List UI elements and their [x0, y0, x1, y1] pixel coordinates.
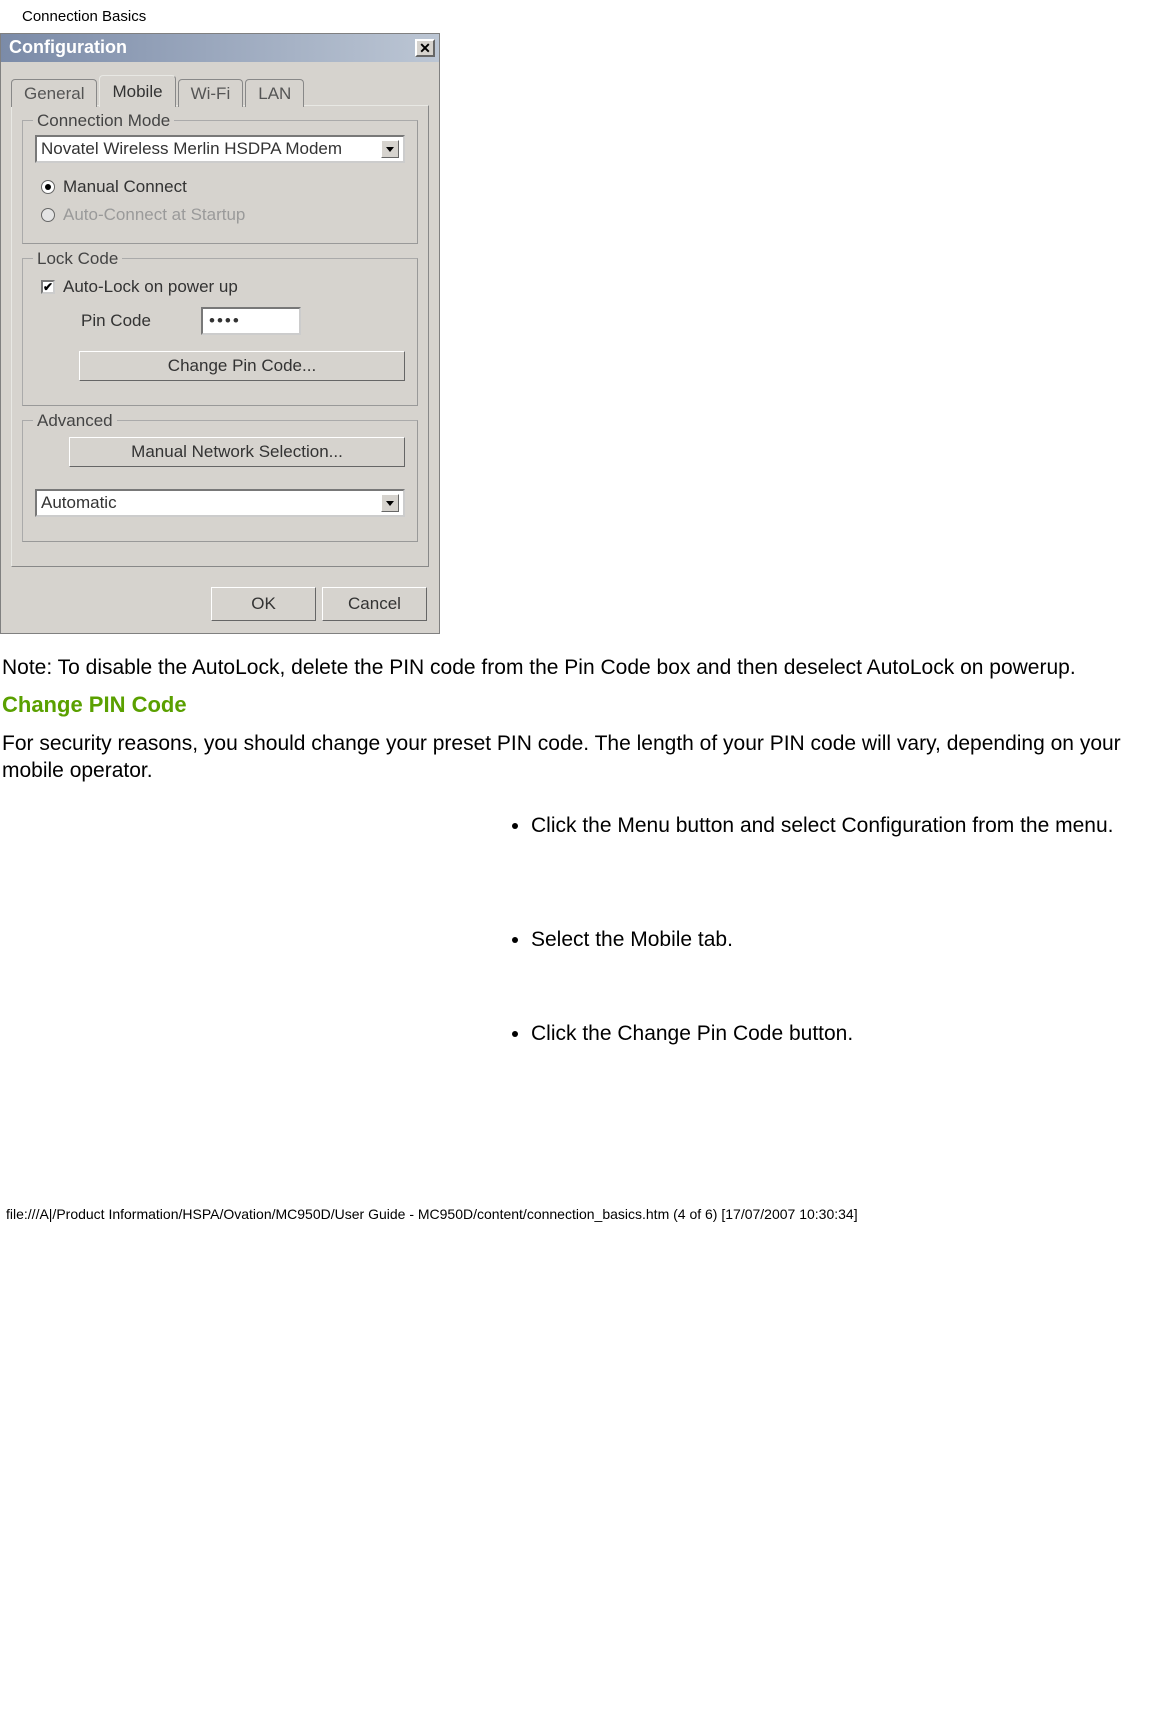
note-text: Note: To disable the AutoLock, delete th…: [2, 654, 1157, 681]
radio-icon: [41, 180, 55, 194]
heading-change-pin: Change PIN Code: [2, 691, 1157, 720]
advanced-mode-value: Automatic: [41, 493, 117, 513]
close-icon[interactable]: ✕: [415, 39, 435, 57]
radio-manual-connect[interactable]: Manual Connect: [35, 173, 405, 201]
change-pin-button[interactable]: Change Pin Code...: [79, 351, 405, 381]
intro-text: For security reasons, you should change …: [2, 730, 1157, 785]
cancel-button[interactable]: Cancel: [322, 587, 427, 621]
checkbox-icon: [41, 280, 55, 294]
page-header: Connection Basics: [0, 0, 1159, 33]
body-content: Note: To disable the AutoLock, delete th…: [0, 654, 1159, 784]
checkbox-autolock[interactable]: Auto-Lock on power up: [35, 273, 405, 301]
autolock-label: Auto-Lock on power up: [63, 277, 238, 297]
pin-code-label: Pin Code: [81, 311, 201, 331]
legend-advanced: Advanced: [33, 411, 117, 431]
manual-network-button[interactable]: Manual Network Selection...: [69, 437, 405, 467]
tab-lan[interactable]: LAN: [245, 79, 304, 107]
tab-wifi[interactable]: Wi-Fi: [178, 79, 244, 107]
tab-general[interactable]: General: [11, 79, 97, 107]
radio-manual-label: Manual Connect: [63, 177, 187, 197]
modem-dropdown[interactable]: Novatel Wireless Merlin HSDPA Modem: [35, 135, 405, 163]
tab-row: General Mobile Wi-Fi LAN: [11, 74, 429, 106]
ok-button[interactable]: OK: [211, 587, 316, 621]
radio-icon: [41, 208, 55, 222]
tab-panel-mobile: Connection Mode Novatel Wireless Merlin …: [11, 105, 429, 567]
modem-dropdown-value: Novatel Wireless Merlin HSDPA Modem: [41, 139, 342, 159]
fieldset-connection-mode: Connection Mode Novatel Wireless Merlin …: [22, 120, 418, 244]
legend-connection-mode: Connection Mode: [33, 111, 174, 131]
dialog-titlebar: Configuration ✕: [1, 34, 439, 62]
step-item: Click the Menu button and select Configu…: [531, 814, 1159, 838]
pin-code-input[interactable]: ••••: [201, 307, 301, 335]
dialog-title: Configuration: [9, 37, 127, 58]
step-item: Select the Mobile tab.: [531, 928, 1159, 952]
radio-auto-label: Auto-Connect at Startup: [63, 205, 245, 225]
fieldset-advanced: Advanced Manual Network Selection... Aut…: [22, 420, 418, 542]
steps-list: Click the Menu button and select Configu…: [0, 814, 1159, 1046]
footer-path: file:///A|/Product Information/HSPA/Ovat…: [0, 1046, 1159, 1232]
chevron-down-icon: [381, 140, 399, 158]
advanced-mode-dropdown[interactable]: Automatic: [35, 489, 405, 517]
radio-auto-connect[interactable]: Auto-Connect at Startup: [35, 201, 405, 229]
legend-lock-code: Lock Code: [33, 249, 122, 269]
step-item: Click the Change Pin Code button.: [531, 1022, 1159, 1046]
fieldset-lock-code: Lock Code Auto-Lock on power up Pin Code…: [22, 258, 418, 406]
chevron-down-icon: [381, 494, 399, 512]
tab-mobile[interactable]: Mobile: [99, 75, 175, 107]
configuration-dialog: Configuration ✕ General Mobile Wi-Fi LAN…: [0, 33, 440, 634]
